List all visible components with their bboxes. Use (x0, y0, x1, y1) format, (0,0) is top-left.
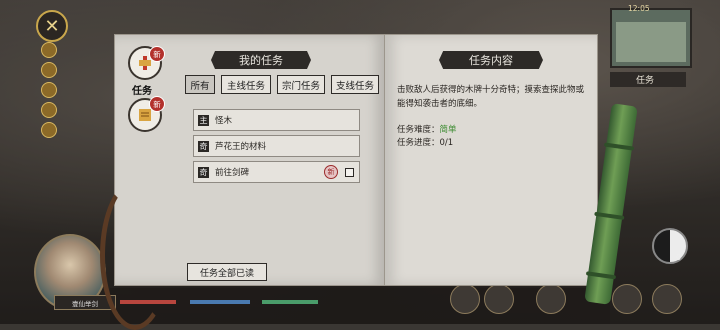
quest-type-tag: 奇 (198, 140, 209, 152)
yin-yang-icon[interactable] (652, 228, 688, 264)
skill-slot-icon[interactable] (536, 284, 566, 314)
quest-detail-title: 任务内容 (439, 51, 543, 69)
new-badge-icon: 新 (149, 96, 165, 112)
quest-title: 前往剑碑 (215, 168, 250, 178)
tab-main-quests[interactable]: 主线任务 (221, 75, 271, 94)
progress-value: 0/1 (439, 138, 454, 148)
quest-list-title: 我的任务 (211, 51, 311, 69)
skill-slot-icon[interactable] (450, 284, 480, 314)
quest-difficulty: 任务难度：简单 (397, 123, 457, 135)
quest-progress: 任务进度：0/1 (397, 136, 453, 148)
mark-all-read-button[interactable]: 任务全部已读 (187, 263, 267, 281)
bamboo-ring (594, 211, 625, 220)
quest-item[interactable]: 奇 芦花王的材料 (193, 135, 360, 157)
clock-label: 12:05 (628, 4, 650, 13)
tab-all[interactable]: 所有 (185, 75, 215, 94)
skill-slot-icon[interactable] (484, 284, 514, 314)
close-icon[interactable]: ✕ (36, 10, 68, 42)
mana-bar (190, 300, 250, 304)
item-bag-icon[interactable] (612, 284, 642, 314)
new-badge-icon: 新 (149, 46, 165, 62)
tab-sect-quests[interactable]: 宗门任务 (277, 75, 325, 94)
tab-side-quests[interactable]: 支线任务 (331, 75, 379, 94)
new-quest-badge: 新 (324, 165, 338, 179)
difficulty-label: 任务难度： (397, 125, 440, 135)
quest-menu-label: 任务 (132, 86, 152, 97)
quest-title: 怪木 (215, 116, 233, 126)
quest-item[interactable]: 主 怪木 (193, 109, 360, 131)
side-menu-dot-icon[interactable] (41, 42, 57, 58)
quest-title: 芦花王的材料 (215, 142, 267, 152)
hanging-rope (100, 180, 170, 330)
difficulty-value: 简单 (439, 125, 457, 135)
minimap-view (616, 22, 686, 62)
side-menu-dot-icon[interactable] (41, 102, 57, 118)
bamboo-ring (585, 271, 617, 280)
quest-track-checkbox[interactable] (345, 168, 354, 177)
yin-yang-counter: 0 (676, 253, 682, 262)
character-icon[interactable] (652, 284, 682, 314)
bamboo-ring (603, 142, 635, 151)
progress-label: 任务进度： (397, 138, 440, 148)
quest-book: 我的任务 所有 主线任务 宗门任务 支线任务 主 怪木 奇 芦花王的材料 奇 前… (114, 34, 598, 286)
side-menu-dot-icon[interactable] (41, 82, 57, 98)
quest-type-tag: 主 (198, 114, 209, 126)
quest-detail-page: 任务内容 击败敌人后获得的木牌十分奇特；摸索查探此物或能得知袭击者的底细。 任务… (384, 34, 598, 286)
stamina-bar (262, 300, 318, 304)
task-side-tab[interactable]: 任务 (610, 72, 686, 87)
side-menu-dot-icon[interactable] (41, 62, 57, 78)
quest-item[interactable]: 奇 前往剑碑 新 (193, 161, 360, 183)
side-menu-dot-icon[interactable] (41, 122, 57, 138)
bottom-status-bar (110, 288, 610, 324)
quest-type-tag: 奇 (198, 166, 209, 178)
quest-description: 击败敌人后获得的木牌十分奇特；摸索查探此物或能得知袭击者的底细。 (397, 85, 585, 109)
minimap[interactable] (610, 8, 692, 68)
